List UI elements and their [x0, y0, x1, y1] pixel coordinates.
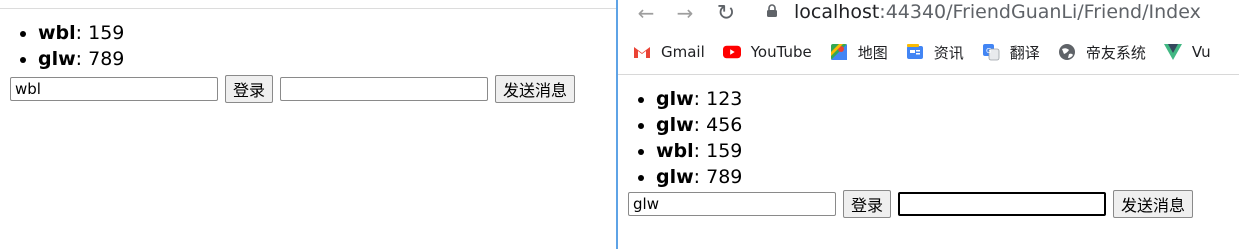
- username-input[interactable]: [10, 77, 218, 101]
- message-text: 789: [88, 48, 125, 70]
- bookmark-label: YouTube: [750, 43, 812, 61]
- news-icon: [906, 43, 924, 61]
- bookmark-label: Gmail: [661, 43, 705, 61]
- message-text: 159: [88, 22, 125, 44]
- address-bar-row: ← → ↻ localhost:44340/FriendGuanLi/Frien…: [618, 0, 1239, 28]
- right-page-content: glw: 123 glw: 456 wbl: 159 glw: 789 登录 发…: [618, 75, 1239, 249]
- bookmark-label: 帝友系统: [1085, 43, 1146, 62]
- message-user: glw: [656, 88, 694, 110]
- message-text: 456: [706, 114, 743, 136]
- message-text: 789: [706, 166, 743, 188]
- message-text: 123: [706, 88, 743, 110]
- forward-arrow-icon[interactable]: →: [673, 1, 697, 25]
- left-browser-window: wbl: 159 glw: 789 登录 发送消息: [0, 0, 616, 249]
- right-message-list: glw: 123 glw: 456 wbl: 159 glw: 789: [626, 86, 742, 190]
- bookmarks-bar: Gmail YouTube 地图 资讯 G 翻译 帝友系统 Vu: [618, 37, 1239, 67]
- bookmark-label: 地图: [857, 43, 888, 62]
- left-controls: 登录 发送消息: [10, 75, 576, 103]
- bookmark-label: Vu: [1191, 43, 1211, 61]
- message-user: glw: [38, 48, 76, 70]
- screen: wbl: 159 glw: 789 登录 发送消息 ← → ↻ localhos…: [0, 0, 1239, 249]
- gmail-icon: [633, 43, 651, 61]
- message-input[interactable]: [280, 77, 489, 101]
- message-user: wbl: [656, 140, 694, 162]
- message-user: glw: [656, 114, 694, 136]
- translate-icon: G: [982, 43, 1000, 61]
- right-browser-window: ← → ↻ localhost:44340/FriendGuanLi/Frien…: [616, 0, 1239, 249]
- message-item: glw: 789: [656, 164, 742, 190]
- message-text: 159: [706, 140, 743, 162]
- reload-icon[interactable]: ↻: [714, 1, 738, 26]
- left-message-list: wbl: 159 glw: 789: [8, 20, 124, 72]
- message-user: wbl: [38, 22, 76, 44]
- login-button[interactable]: 登录: [843, 190, 892, 218]
- youtube-icon: [722, 43, 741, 61]
- bookmark-maps[interactable]: 地图: [830, 42, 888, 63]
- bookmark-vue[interactable]: Vu: [1163, 43, 1211, 61]
- send-message-button[interactable]: 发送消息: [1113, 190, 1194, 218]
- left-window-top-edge: [0, 0, 616, 9]
- maps-icon: [830, 43, 848, 61]
- bookmark-youtube[interactable]: YouTube: [722, 43, 812, 61]
- bookmark-label: 翻译: [1009, 43, 1040, 62]
- bookmark-gmail[interactable]: Gmail: [633, 43, 705, 61]
- bookmark-label: 资讯: [933, 43, 964, 62]
- send-message-button[interactable]: 发送消息: [495, 75, 576, 103]
- lock-icon: [767, 4, 777, 17]
- message-item: wbl: 159: [656, 138, 742, 164]
- bookmark-globe[interactable]: 帝友系统: [1058, 42, 1146, 63]
- message-item: glw: 789: [38, 46, 124, 72]
- globe-icon: [1058, 43, 1076, 61]
- login-button[interactable]: 登录: [225, 75, 274, 103]
- back-arrow-icon[interactable]: ←: [634, 1, 658, 25]
- message-item: glw: 123: [656, 86, 742, 112]
- vue-icon: [1163, 43, 1182, 61]
- right-controls: 登录 发送消息: [628, 190, 1194, 218]
- bookmark-translate[interactable]: G 翻译: [982, 42, 1040, 63]
- svg-text:G: G: [986, 47, 991, 55]
- message-user: glw: [656, 166, 694, 188]
- bookmark-news[interactable]: 资讯: [906, 42, 964, 63]
- address-bar-url[interactable]: localhost:44340/FriendGuanLi/Friend/Inde…: [794, 0, 1201, 24]
- username-input[interactable]: [628, 192, 836, 216]
- message-item: glw: 456: [656, 112, 742, 138]
- url-host: localhost: [794, 1, 880, 23]
- url-path: :44340/FriendGuanLi/Friend/Index: [879, 1, 1201, 23]
- message-item: wbl: 159: [38, 20, 124, 46]
- message-input[interactable]: [898, 192, 1107, 216]
